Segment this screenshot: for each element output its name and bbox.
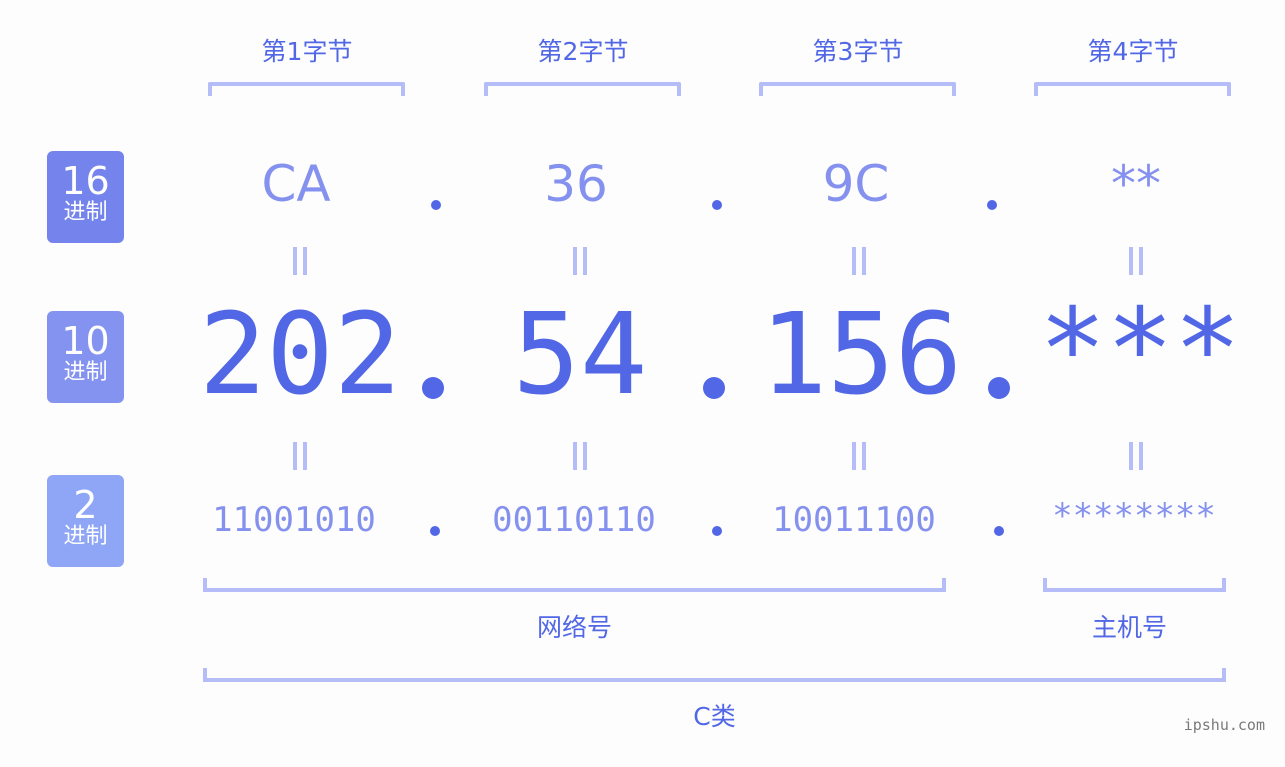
byte-2-label: 第2字节 <box>537 37 629 66</box>
hex-separator-dot <box>987 200 997 210</box>
equals-sign <box>852 442 866 470</box>
byte-1-bracket <box>208 82 405 96</box>
hex-badge-number: 16 <box>61 159 110 203</box>
byte-2-bracket <box>484 82 681 96</box>
dec-byte-4: *** <box>1038 285 1242 415</box>
bin-separator-dot <box>712 526 722 536</box>
bin-badge: 2 进制 <box>47 475 124 567</box>
dec-byte-1: 202 <box>198 290 402 420</box>
bin-badge-number: 2 <box>73 483 98 527</box>
bin-badge-unit: 进制 <box>63 524 108 549</box>
class-label: C类 <box>693 702 736 731</box>
byte-4-bracket <box>1034 82 1231 96</box>
dec-badge-unit: 进制 <box>63 360 108 385</box>
hex-separator-dot <box>431 200 441 210</box>
equals-sign <box>293 442 307 470</box>
byte-3-label: 第3字节 <box>812 37 904 66</box>
hex-byte-3: 9C <box>822 155 890 213</box>
bin-byte-3: 10011100 <box>772 500 936 540</box>
bin-byte-1: 11001010 <box>212 500 376 540</box>
bin-separator-dot <box>994 526 1004 536</box>
equals-sign <box>1129 247 1143 275</box>
hex-separator-dot <box>712 200 722 210</box>
equals-sign <box>573 442 587 470</box>
hex-byte-4: ** <box>1111 155 1161 213</box>
bin-separator-dot <box>430 526 440 536</box>
byte-4-label: 第4字节 <box>1087 37 1179 66</box>
dec-byte-2: 54 <box>512 290 648 420</box>
equals-sign <box>1129 442 1143 470</box>
hex-badge: 16 进制 <box>47 151 124 243</box>
dec-badge: 10 进制 <box>47 311 124 403</box>
network-label: 网络号 <box>536 613 612 642</box>
hex-badge-unit: 进制 <box>63 200 108 225</box>
byte-1-label: 第1字节 <box>261 37 353 66</box>
dec-byte-3: 156 <box>759 290 963 420</box>
hex-byte-1: CA <box>261 155 331 213</box>
bin-byte-4: ******** <box>1052 496 1216 536</box>
equals-sign <box>852 247 866 275</box>
equals-sign <box>293 247 307 275</box>
class-bracket <box>203 668 1226 682</box>
dec-separator-dot <box>703 377 725 399</box>
equals-sign <box>573 247 587 275</box>
dec-separator-dot <box>422 377 444 399</box>
byte-3-bracket <box>759 82 956 96</box>
host-bracket <box>1043 578 1226 592</box>
watermark: ipshu.com <box>1183 716 1265 734</box>
dec-badge-number: 10 <box>61 319 110 363</box>
dec-separator-dot <box>988 377 1010 399</box>
host-label: 主机号 <box>1091 613 1167 642</box>
hex-byte-2: 36 <box>544 155 608 213</box>
network-bracket <box>203 578 946 592</box>
bin-byte-2: 00110110 <box>492 500 656 540</box>
